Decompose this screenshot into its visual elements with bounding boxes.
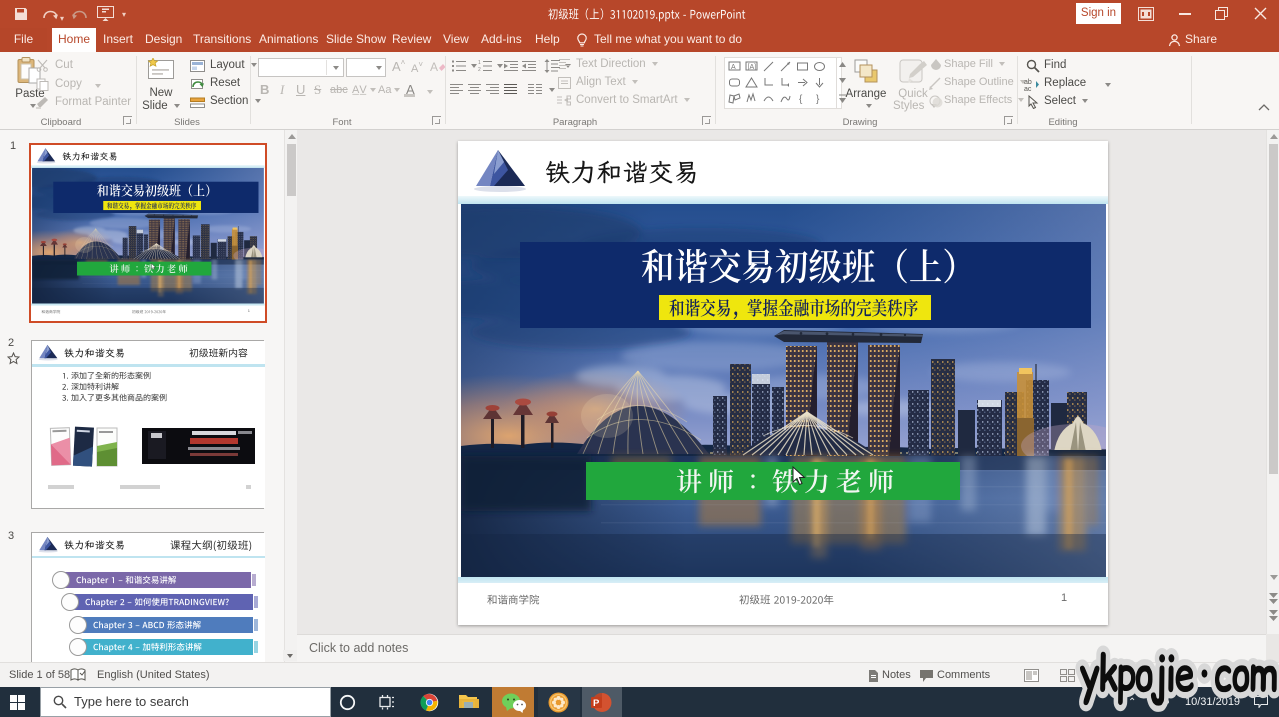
- svg-text:A: A: [731, 64, 736, 71]
- svg-text:1: 1: [478, 60, 481, 66]
- svg-text:ac: ac: [1024, 86, 1032, 91]
- svg-text:2: 2: [478, 67, 481, 72]
- svg-text:P: P: [593, 698, 600, 709]
- svg-text:}: }: [816, 94, 820, 105]
- svg-text:A: A: [430, 60, 438, 73]
- svg-text:ab: ab: [1024, 79, 1032, 86]
- svg-text:[A]: [A]: [748, 64, 757, 71]
- svg-text:{: {: [799, 94, 803, 105]
